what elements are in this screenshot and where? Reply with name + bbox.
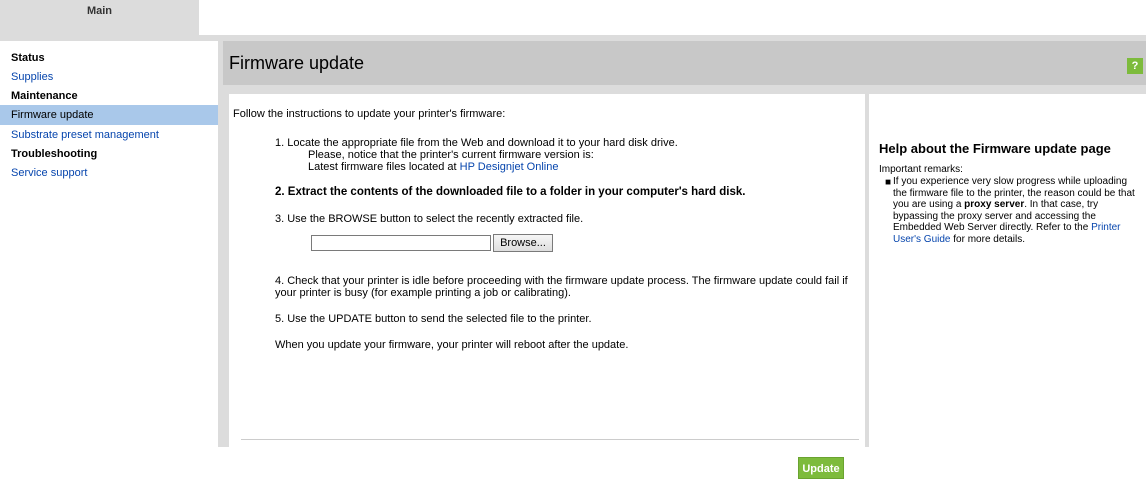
help-title: Help about the Firmware update page: [879, 141, 1111, 156]
browse-button[interactable]: Browse...: [493, 234, 553, 252]
update-button[interactable]: Update: [798, 457, 844, 479]
step3-text: 3. Use the BROWSE button to select the r…: [275, 213, 584, 225]
help-text-part3: for more details.: [950, 233, 1025, 245]
step1-text: 1. Locate the appropriate file from the …: [275, 137, 678, 149]
main-panel: Follow the instructions to update your p…: [229, 94, 865, 479]
sidebar: Status Supplies Maintenance Firmware upd…: [0, 41, 218, 447]
sidebar-item-firmware-update[interactable]: Firmware update: [0, 105, 218, 125]
proxy-server-text: proxy server: [964, 199, 1025, 210]
step1-latest-prefix: Latest firmware files located at: [308, 161, 460, 173]
sidebar-heading-maintenance[interactable]: Maintenance: [0, 87, 218, 105]
step4-line1: 4. Check that your printer is idle befor…: [275, 275, 848, 287]
page-header: Firmware update ?: [223, 41, 1146, 85]
hp-designjet-online-link[interactable]: HP Designjet Online: [460, 161, 559, 173]
step1-latest: Latest firmware files located at HP Desi…: [308, 161, 558, 173]
step1-note: Please, notice that the printer's curren…: [308, 149, 594, 161]
bullet-icon: ■: [885, 177, 892, 188]
page-title: Firmware update: [229, 53, 365, 73]
help-button[interactable]: ?: [1127, 58, 1143, 74]
sidebar-item-service-support[interactable]: Service support: [0, 163, 218, 183]
help-text: If you experience very slow progress whi…: [893, 176, 1138, 245]
sidebar-heading-troubleshooting[interactable]: Troubleshooting: [0, 145, 218, 163]
panel-divider: [241, 439, 859, 440]
file-path-input[interactable]: [311, 235, 491, 251]
step2-text: 2. Extract the contents of the downloade…: [275, 186, 746, 198]
top-bar: Main: [0, 0, 1146, 35]
help-panel: Help about the Firmware update page Impo…: [869, 94, 1146, 447]
content-area: Firmware update ? Follow the instruction…: [223, 41, 1146, 479]
sidebar-nav: Status Supplies Maintenance Firmware upd…: [0, 41, 218, 183]
step4-line2: your printer is busy (for example printi…: [275, 287, 571, 299]
step5-text: 5. Use the UPDATE button to send the sel…: [275, 313, 592, 325]
help-remarks: Important remarks:: [879, 164, 963, 175]
sidebar-item-substrate-preset[interactable]: Substrate preset management: [0, 125, 218, 145]
intro-text: Follow the instructions to update your p…: [233, 108, 506, 120]
sidebar-item-supplies[interactable]: Supplies: [0, 67, 218, 87]
tab-main[interactable]: Main: [0, 0, 199, 35]
sidebar-heading-status[interactable]: Status: [0, 49, 218, 67]
reboot-note: When you update your firmware, your prin…: [275, 339, 629, 351]
